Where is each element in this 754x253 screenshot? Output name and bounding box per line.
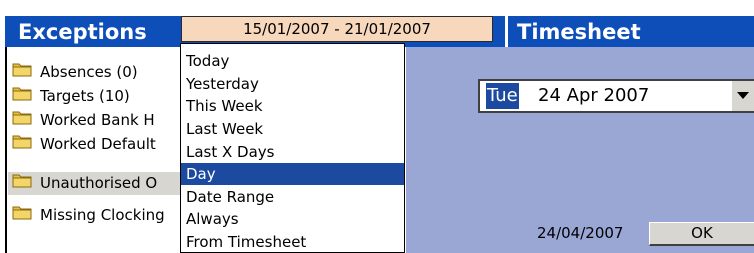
folder-icon — [12, 85, 32, 108]
exception-item-worked-default[interactable]: Worked Default — [12, 133, 156, 156]
timesheet-title: Timesheet — [517, 20, 641, 44]
folder-icon — [12, 109, 32, 132]
dropdown-option-date-range[interactable]: Date Range — [181, 186, 404, 208]
folder-icon — [12, 172, 32, 195]
exception-item-worked-bank-holiday[interactable]: Worked Bank H — [12, 109, 155, 132]
exceptions-title: Exceptions — [18, 20, 147, 44]
date-range-combo[interactable]: 15/01/2007 - 21/01/2007 — [181, 16, 493, 42]
date-picker-day[interactable]: Tue — [486, 83, 519, 109]
date-picker[interactable]: Tue 24 Apr 2007 — [478, 79, 754, 113]
dropdown-option-today[interactable]: Today — [181, 50, 404, 72]
date-range-dropdown-list[interactable]: Today Yesterday This Week Last Week Last… — [180, 43, 405, 253]
chevron-down-icon — [737, 92, 749, 99]
dropdown-option-day[interactable]: Day — [181, 163, 404, 185]
folder-icon — [12, 204, 32, 227]
exception-item-label: Missing Clocking — [40, 206, 165, 224]
dropdown-option-this-week[interactable]: This Week — [181, 95, 404, 117]
exception-item-targets[interactable]: Targets (10) — [12, 85, 130, 108]
folder-icon — [12, 133, 32, 156]
exceptions-panel-border — [5, 47, 7, 253]
dropdown-option-always[interactable]: Always — [181, 208, 404, 230]
exception-item-label: Worked Bank H — [40, 111, 155, 129]
dropdown-option-last-x-days[interactable]: Last X Days — [181, 141, 404, 163]
date-picker-dropdown-button[interactable] — [731, 81, 754, 111]
exception-item-label: Absences (0) — [40, 63, 138, 81]
exception-item-missing-clocking[interactable]: Missing Clocking — [12, 204, 165, 227]
dropdown-option-last-week[interactable]: Last Week — [181, 118, 404, 140]
date-picker-date[interactable]: 24 Apr 2007 — [538, 83, 649, 109]
ok-button[interactable]: OK — [649, 222, 754, 246]
dropdown-option-yesterday[interactable]: Yesterday — [181, 73, 404, 95]
exception-item-label: Unauthorised O — [40, 174, 158, 192]
exception-item-absences[interactable]: Absences (0) — [12, 61, 138, 84]
timesheet-date-label: 24/04/2007 — [537, 224, 624, 242]
exception-item-unauthorised[interactable]: Unauthorised O — [8, 172, 184, 195]
folder-icon — [12, 61, 32, 84]
exception-item-label: Worked Default — [40, 135, 156, 153]
dropdown-option-from-timesheet[interactable]: From Timesheet — [181, 231, 404, 252]
exception-item-label: Targets (10) — [40, 87, 130, 105]
